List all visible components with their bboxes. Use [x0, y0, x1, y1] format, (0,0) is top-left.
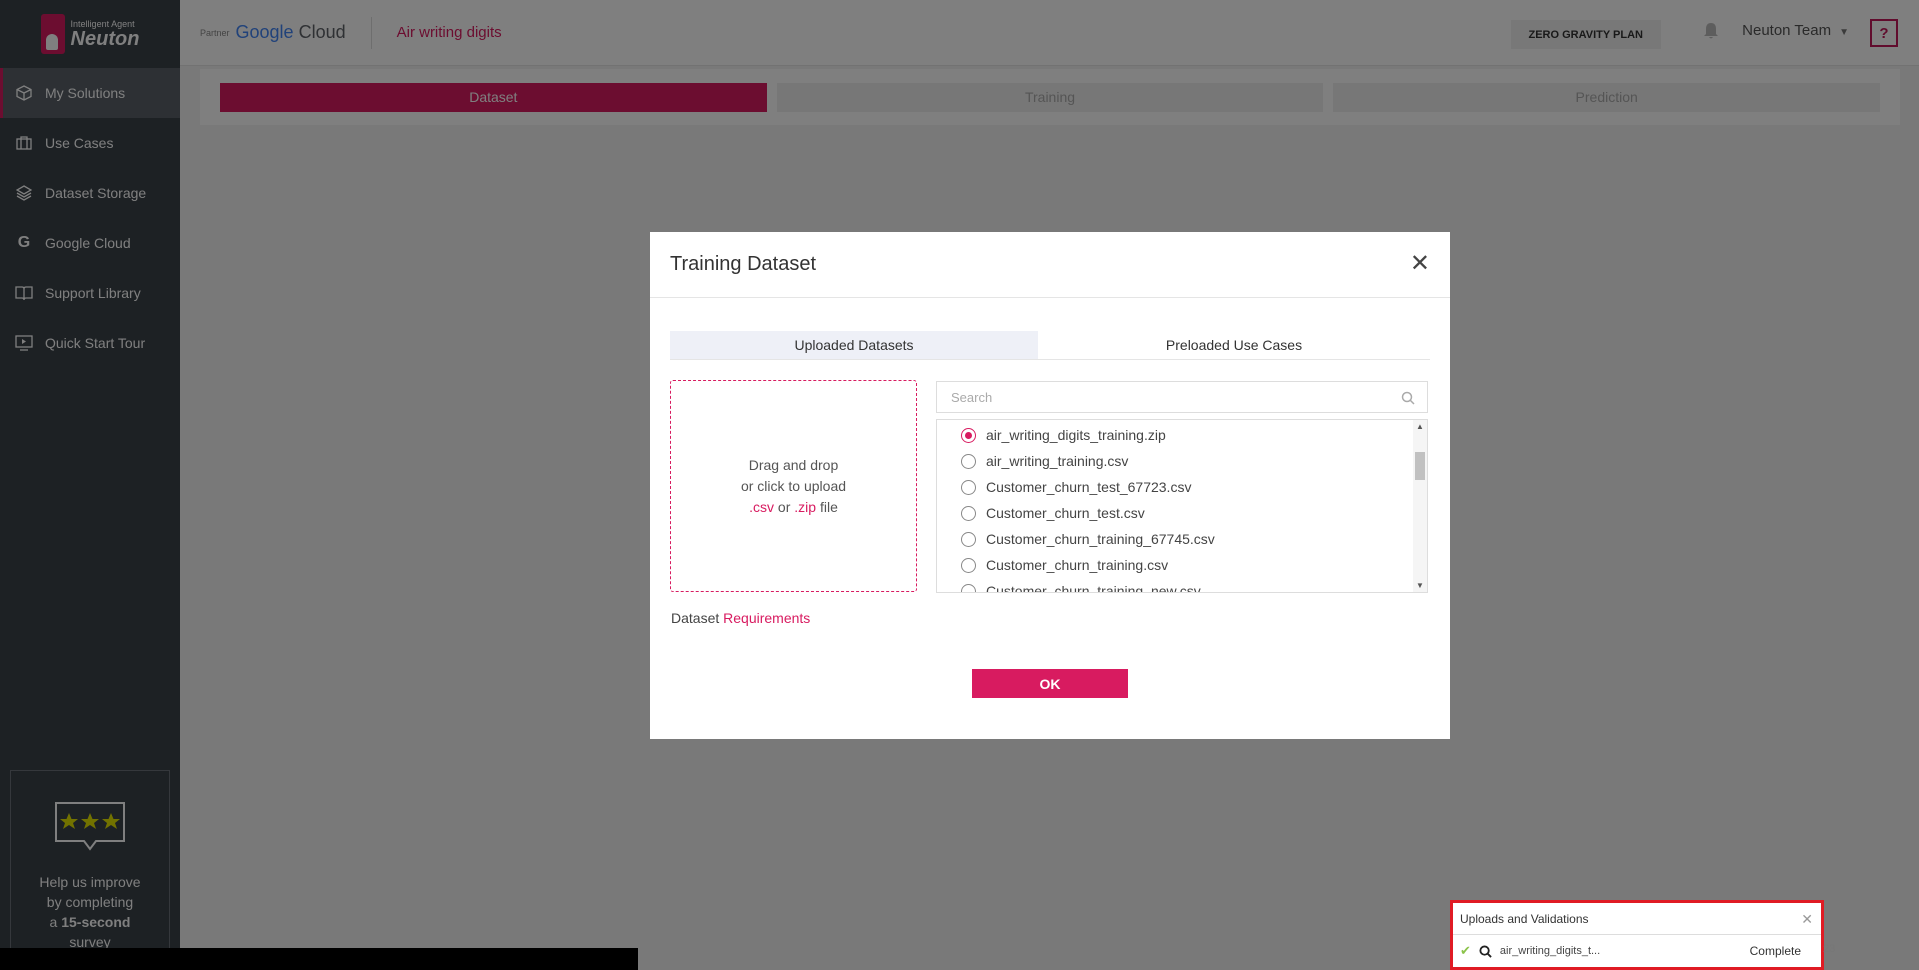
file-name: Customer_churn_training.csv — [986, 557, 1169, 573]
upload-dropzone[interactable]: Drag and drop or click to upload .csv or… — [670, 380, 917, 592]
modal-title: Training Dataset — [670, 253, 816, 275]
list-item[interactable]: air_writing_training.csv — [937, 448, 1427, 474]
file-name: air_writing_digits_training.zip — [986, 427, 1166, 443]
search-icon[interactable] — [1401, 391, 1415, 405]
uploads-title: Uploads and Validations — [1460, 911, 1589, 926]
search-input[interactable] — [951, 389, 1381, 405]
list-item[interactable]: Customer_churn_training_67745.csv — [937, 526, 1427, 552]
dataset-file-list: air_writing_digits_training.zip air_writ… — [936, 419, 1428, 593]
scroll-up-icon[interactable]: ▲ — [1416, 422, 1424, 431]
uploads-panel: Uploads and Validations ✕ ✔ air_writing_… — [1450, 900, 1824, 970]
radio[interactable] — [961, 557, 976, 573]
radio[interactable] — [961, 583, 976, 592]
csv-extension: .csv — [749, 498, 775, 515]
dropzone-word: or — [777, 498, 791, 515]
scrollbar[interactable]: ▲ ▼ — [1413, 420, 1427, 592]
dropzone-line: Drag and drop — [748, 456, 839, 473]
dropzone-line: or click to upload — [740, 477, 847, 494]
list-item[interactable]: air_writing_digits_training.zip — [937, 422, 1427, 448]
search-icon[interactable] — [1479, 944, 1492, 958]
list-item[interactable]: Customer_churn_training_new.csv — [937, 578, 1427, 593]
radio[interactable] — [961, 531, 976, 547]
uploads-header: Uploads and Validations ✕ — [1453, 903, 1821, 935]
requirements-link[interactable]: Requirements — [723, 610, 810, 626]
scroll-down-icon[interactable]: ▼ — [1416, 581, 1424, 590]
tab-uploaded-datasets[interactable]: Uploaded Datasets — [670, 331, 1038, 359]
file-name: air_writing_training.csv — [986, 453, 1129, 469]
file-name: Customer_churn_test_67723.csv — [986, 479, 1192, 495]
tab-preloaded-use-cases[interactable]: Preloaded Use Cases — [1038, 331, 1430, 359]
file-list-items: air_writing_digits_training.zip air_writ… — [937, 420, 1427, 593]
radio[interactable] — [961, 453, 976, 469]
dataset-tabs: Uploaded Datasets Preloaded Use Cases — [670, 331, 1430, 360]
list-item[interactable]: Customer_churn_test.csv — [937, 500, 1427, 526]
radio-selected[interactable] — [961, 427, 976, 443]
file-name: Customer_churn_training_new.csv — [986, 583, 1201, 593]
dataset-requirements: Dataset Requirements — [671, 610, 810, 626]
check-icon: ✔ — [1460, 943, 1471, 958]
list-item[interactable]: Customer_churn_training.csv — [937, 552, 1427, 578]
upload-row: ✔ air_writing_digits_t... Complete — [1453, 935, 1821, 967]
close-icon[interactable]: ✕ — [1801, 911, 1813, 928]
dropzone-word: file — [819, 498, 838, 515]
upload-status: Complete — [1749, 944, 1801, 958]
close-icon[interactable]: ✕ — [1410, 252, 1430, 276]
radio[interactable] — [961, 479, 976, 495]
file-name: Customer_churn_training_67745.csv — [986, 531, 1215, 547]
search-box — [936, 381, 1428, 413]
scroll-thumb[interactable] — [1415, 452, 1425, 480]
modal-header: Training Dataset ✕ — [650, 232, 1450, 298]
radio[interactable] — [961, 505, 976, 521]
file-name: Customer_churn_test.csv — [986, 505, 1145, 521]
zip-extension: .zip — [794, 498, 817, 515]
version-fragment: 23 — [1823, 943, 1836, 955]
ok-button[interactable]: OK — [972, 669, 1128, 698]
list-item[interactable]: Customer_churn_test_67723.csv — [937, 474, 1427, 500]
bottom-strip — [0, 948, 638, 970]
dropzone-line: .csv or .zip file — [741, 497, 846, 518]
training-dataset-modal: Training Dataset ✕ Uploaded Datasets Pre… — [650, 232, 1450, 739]
upload-file-name: air_writing_digits_t... — [1499, 945, 1601, 957]
dropzone-text: Drag and drop or click to upload .csv or… — [741, 455, 846, 518]
requirements-label: Dataset — [671, 610, 720, 626]
